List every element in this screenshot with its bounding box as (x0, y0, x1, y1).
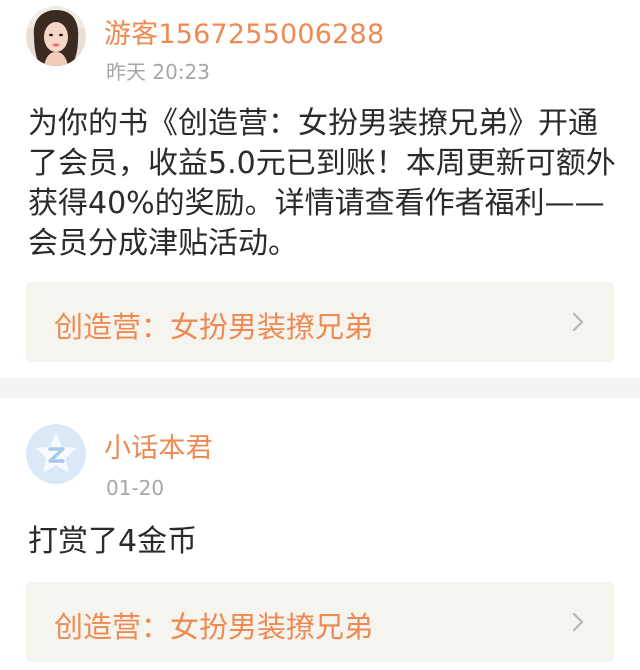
user-avatar[interactable] (26, 6, 86, 66)
book-title: 创造营：女扮男装撩兄弟 (54, 610, 374, 644)
app-logo-icon (26, 424, 86, 484)
username[interactable]: 游客1567255006288 (104, 12, 384, 51)
user-photo-icon (26, 6, 86, 66)
chevron-right-icon (572, 612, 584, 632)
notification-message: 为你的书《创造营：女扮男装撩兄弟》开通了会员，收益5.0元已到账！本周更新可额外… (28, 106, 616, 261)
timestamp: 01-20 (106, 476, 165, 500)
timestamp: 昨天 20:23 (106, 60, 210, 84)
notification-card: 小话本君 01-20 打赏了4金币 创造营：女扮男装撩兄弟 (0, 398, 640, 670)
notification-card: 游客1567255006288 昨天 20:23 为你的书《创造营：女扮男装撩兄… (0, 0, 640, 378)
notification-message: 打赏了4金币 (28, 524, 198, 559)
section-divider (0, 378, 640, 398)
book-link-card[interactable]: 创造营：女扮男装撩兄弟 (26, 282, 614, 362)
username[interactable]: 小话本君 (104, 426, 213, 465)
chevron-right-icon (572, 312, 584, 332)
book-link-card[interactable]: 创造营：女扮男装撩兄弟 (26, 582, 614, 662)
app-avatar[interactable] (26, 424, 86, 484)
book-title: 创造营：女扮男装撩兄弟 (54, 310, 374, 344)
